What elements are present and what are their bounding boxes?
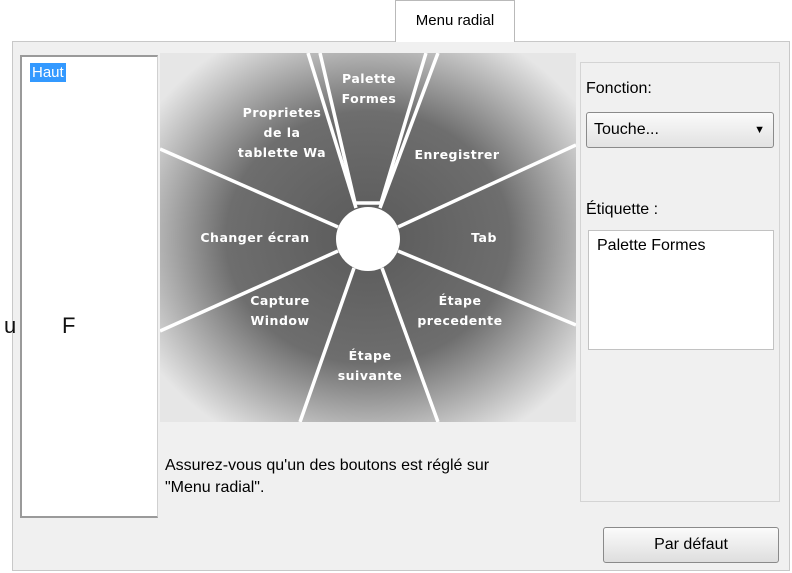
radial-segment-label[interactable]: Tab xyxy=(471,230,497,245)
radial-segment-label[interactable]: Enregistrer xyxy=(414,147,499,162)
tab-menu-radial[interactable]: Menu radial xyxy=(395,0,515,42)
function-select[interactable]: Touche... ▼ xyxy=(586,112,774,148)
etiquette-label: Étiquette : xyxy=(586,201,659,218)
dropdown-arrow-icon[interactable]: ▼ xyxy=(754,113,765,147)
radial-menu[interactable]: Palette Formes Enregistrer Tab Étape preceden… xyxy=(160,53,576,422)
hint-line-1: Assurez-vous qu'un des boutons est réglé… xyxy=(165,457,490,474)
stray-text-f: F xyxy=(62,313,76,338)
function-label: Fonction: xyxy=(586,80,652,97)
function-value: Touche... xyxy=(594,121,659,138)
radial-segment-label[interactable]: Changer écran xyxy=(200,230,309,245)
etiquette-field[interactable]: Palette Formes xyxy=(588,230,774,350)
default-button[interactable]: Par défaut xyxy=(603,527,779,563)
hint-text: Assurez-vous qu'un des boutons est réglé… xyxy=(165,455,565,499)
button-list[interactable]: Haut xyxy=(20,55,158,518)
radial-center xyxy=(336,207,400,271)
hint-line-2: "Menu radial". xyxy=(165,479,265,496)
stray-text-u: u xyxy=(4,313,17,338)
list-item-haut[interactable]: Haut xyxy=(30,63,66,82)
